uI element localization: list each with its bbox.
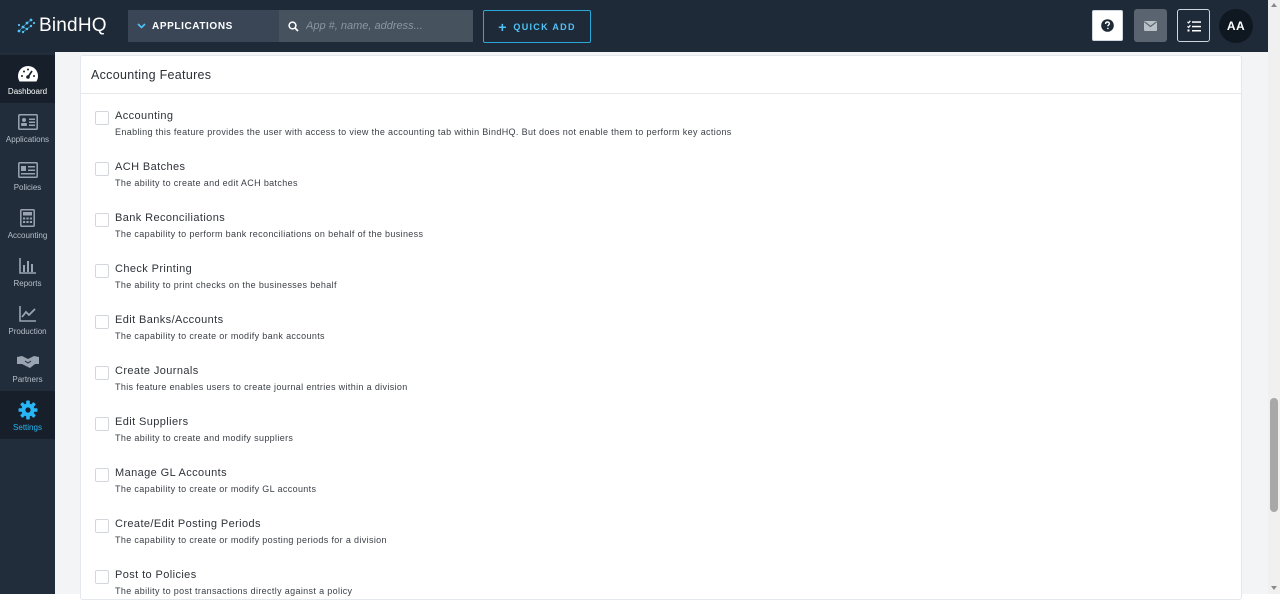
card-header: Accounting Features [81, 56, 1241, 94]
logo-text: BindHQ [39, 15, 107, 36]
feature-title: Manage GL Accounts [115, 467, 227, 479]
calculator-icon [20, 208, 35, 228]
bindhq-logo[interactable]: BindHQ [16, 14, 107, 38]
sidebar-item-label: Dashboard [7, 87, 48, 96]
id-card-icon [17, 112, 38, 132]
top-navigation-bar: BindHQ APPLICATIONS + QUICK ADD [0, 0, 1268, 52]
dashboard-gauge-icon [17, 64, 39, 84]
feature-checkbox[interactable] [95, 417, 109, 431]
feature-checkbox[interactable] [95, 570, 109, 584]
sidebar-item-partners[interactable]: Partners [0, 343, 55, 391]
sidebar-item-dashboard[interactable]: Dashboard [0, 55, 55, 103]
feature-checkbox[interactable] [95, 213, 109, 227]
feature-title: Check Printing [115, 263, 193, 275]
checklist-icon [1186, 19, 1201, 31]
feature-description: This feature enables users to create jou… [115, 382, 408, 392]
feature-checkbox[interactable] [95, 519, 109, 533]
feature-title: Create Journals [115, 365, 199, 377]
feature-checkbox[interactable] [95, 111, 109, 125]
sidebar-item-label: Partners [12, 375, 43, 384]
tasks-button[interactable] [1177, 9, 1210, 42]
feature-checkbox[interactable] [95, 264, 109, 278]
feature-description: The ability to print checks on the busin… [115, 280, 337, 290]
sidebar: Dashboard Applications Policies Accounti… [0, 52, 55, 594]
sidebar-item-label: Production [8, 327, 47, 336]
page-scrollbar[interactable] [1268, 0, 1280, 594]
search-icon [288, 20, 299, 32]
section-title: Accounting Features [91, 67, 212, 82]
chevron-down-icon [137, 21, 146, 32]
search-input[interactable] [306, 20, 456, 32]
handshake-icon [16, 352, 39, 372]
sidebar-item-applications[interactable]: Applications [0, 103, 55, 151]
feature-checkbox[interactable] [95, 315, 109, 329]
feature-checkbox[interactable] [95, 366, 109, 380]
feature-description: Enabling this feature provides the user … [115, 127, 732, 137]
quick-add-button[interactable]: + QUICK ADD [483, 10, 591, 43]
feature-title: Accounting [115, 110, 174, 122]
dropdown-selected-value: APPLICATIONS [152, 20, 233, 32]
messages-button[interactable] [1134, 9, 1167, 42]
sidebar-item-accounting[interactable]: Accounting [0, 199, 55, 247]
feature-title: Edit Suppliers [115, 416, 189, 428]
question-circle-icon [1101, 19, 1114, 32]
sidebar-item-label: Policies [13, 183, 42, 192]
sidebar-item-policies[interactable]: Policies [0, 151, 55, 199]
application-type-dropdown[interactable]: APPLICATIONS [128, 10, 279, 42]
feature-description: The capability to perform bank reconcili… [115, 229, 424, 239]
envelope-icon [1144, 20, 1157, 31]
feature-title: ACH Batches [115, 161, 186, 173]
feature-description: The capability to create or modify GL ac… [115, 484, 317, 494]
feature-title: Create/Edit Posting Periods [115, 518, 261, 530]
feature-description: The capability to create or modify bank … [115, 331, 325, 341]
sidebar-item-production[interactable]: Production [0, 295, 55, 343]
sidebar-item-label: Accounting [7, 231, 48, 240]
logo-mark-icon [17, 18, 36, 34]
sidebar-item-label: Settings [13, 423, 42, 432]
scroll-down-arrow-icon[interactable] [1271, 586, 1277, 590]
plus-icon: + [498, 18, 507, 35]
feature-description: The capability to create or modify posti… [115, 535, 387, 545]
help-button[interactable] [1091, 9, 1124, 42]
feature-checkbox[interactable] [95, 468, 109, 482]
feature-checkbox[interactable] [95, 162, 109, 176]
feature-title: Post to Policies [115, 569, 197, 581]
feature-description: The ability to post transactions directl… [115, 586, 353, 596]
sidebar-item-reports[interactable]: Reports [0, 247, 55, 295]
scroll-up-arrow-icon[interactable] [1271, 3, 1277, 7]
scrollbar-thumb[interactable] [1270, 398, 1278, 512]
search-box [279, 10, 473, 42]
quick-add-label: QUICK ADD [513, 21, 576, 32]
feature-description: The ability to create and modify supplie… [115, 433, 294, 443]
feature-title: Edit Banks/Accounts [115, 314, 224, 326]
sidebar-item-label: Applications [5, 135, 50, 144]
policy-card-icon [17, 160, 38, 180]
accounting-features-card: Accounting Features Accounting Enabling … [80, 55, 1242, 600]
sidebar-item-settings[interactable]: Settings [0, 391, 55, 439]
feature-description: The ability to create and edit ACH batch… [115, 178, 298, 188]
bar-chart-icon [18, 256, 37, 276]
user-avatar[interactable]: AA [1219, 9, 1253, 43]
line-chart-icon [18, 304, 37, 324]
feature-title: Bank Reconciliations [115, 212, 226, 224]
gear-icon [18, 400, 38, 420]
sidebar-item-label: Reports [13, 279, 42, 288]
